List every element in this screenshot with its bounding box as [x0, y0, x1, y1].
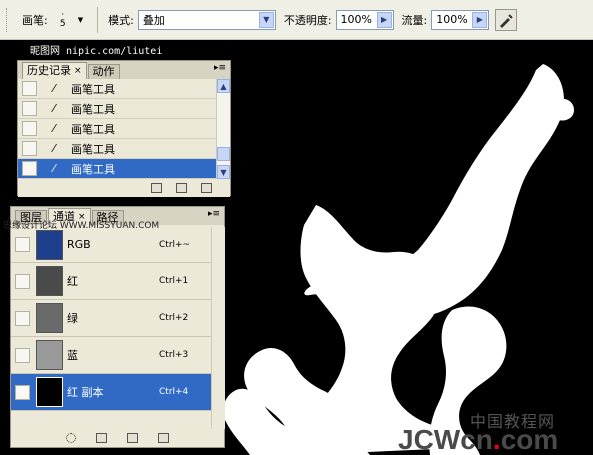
trash-icon[interactable]: [201, 183, 212, 193]
channel-row-rgb[interactable]: RGB Ctrl+~: [11, 227, 211, 263]
watermark-com: com: [500, 424, 559, 455]
channels-panel: × 图层 通道 × 路径 ▸≡ 思缘设计论坛 WWW.MISSYUAN.COM R…: [3, 198, 225, 448]
channel-name: 红 副本: [67, 386, 104, 399]
opacity-label: 不透明度:: [283, 13, 332, 27]
history-source-checkbox[interactable]: [22, 141, 37, 156]
channel-thumbnail: [36, 266, 63, 296]
save-selection-icon[interactable]: [96, 433, 107, 443]
history-item-label: 画笔工具: [71, 162, 115, 176]
channel-shortcut: Ctrl+3: [159, 350, 189, 360]
history-item-label: 画笔工具: [71, 142, 115, 156]
channel-shortcut: Ctrl+4: [159, 387, 189, 397]
history-source-checkbox[interactable]: [22, 121, 37, 136]
channels-footer: [11, 429, 224, 447]
watermark-bottom-right-en: JCWcn.com: [398, 424, 558, 455]
history-item[interactable]: ⁄ 画笔工具: [18, 139, 216, 159]
history-list: ⁄ 画笔工具 ⁄ 画笔工具 ⁄ 画笔工具 ⁄ 画笔工具 ▷ ⁄ 画笔工具: [18, 79, 216, 179]
channel-thumbnail: [36, 377, 63, 407]
visibility-toggle[interactable]: [15, 347, 30, 363]
visibility-toggle[interactable]: [15, 273, 30, 289]
opacity-value: 100%: [340, 13, 372, 26]
history-panel: 历史记录 × 动作 ▸≡ ⁄ 画笔工具 ⁄ 画笔工具 ⁄ 画笔工具 ⁄ 画笔工具 ▷ ⁄ 画笔…: [17, 60, 231, 197]
tab-actions[interactable]: 动作: [87, 64, 120, 79]
history-item-label: 画笔工具: [71, 122, 115, 136]
brush-preset-picker[interactable]: · 5: [52, 5, 74, 35]
history-brush-icon[interactable]: ▷: [22, 161, 37, 176]
tab-actions-label: 动作: [92, 65, 115, 78]
panel-menu-icon[interactable]: ▸≡: [208, 209, 220, 219]
airbrush-button[interactable]: [495, 8, 518, 31]
divider: [97, 6, 99, 33]
brush-dropdown-icon[interactable]: ▼: [78, 16, 83, 24]
history-item-label: 画笔工具: [71, 82, 115, 96]
channel-row-green[interactable]: 绿 Ctrl+2: [11, 300, 211, 337]
watermark-top-left: 昵图网 nipic.com/liutei: [30, 46, 163, 57]
channel-name: 绿: [67, 312, 78, 325]
channels-scrollbar[interactable]: [211, 227, 225, 429]
chevron-right-icon: ▶: [376, 11, 392, 28]
brush-size-value: 5: [59, 18, 66, 29]
channel-row-red-copy[interactable]: 👁 红 副本 Ctrl+4: [11, 374, 211, 411]
new-snapshot-icon[interactable]: [176, 183, 187, 193]
chevron-down-icon: ▼: [258, 11, 274, 28]
toolbar-grip[interactable]: [6, 7, 10, 32]
brush-tool-icon: ⁄: [53, 142, 55, 155]
opacity-field[interactable]: 100% ▶: [335, 9, 394, 30]
tool-options-bar: 画笔: · 5 ▼ 模式: 叠加 ▼ 不透明度: 100% ▶ 流量: 100%…: [0, 0, 593, 40]
chevron-right-icon: ▶: [472, 11, 488, 28]
brush-tool-icon: ⁄: [53, 102, 55, 115]
channel-name: RGB: [67, 238, 91, 251]
scroll-down-icon[interactable]: ▼: [217, 165, 230, 179]
history-footer: [18, 179, 230, 197]
channel-shortcut: Ctrl+~: [159, 239, 191, 250]
history-scrollbar[interactable]: ▲ ▼: [216, 79, 230, 179]
history-item[interactable]: ⁄ 画笔工具: [18, 119, 216, 139]
new-channel-icon[interactable]: [127, 433, 138, 443]
history-source-checkbox[interactable]: [22, 101, 37, 116]
channel-shortcut: Ctrl+1: [159, 276, 189, 286]
channel-thumbnail: [36, 229, 63, 260]
channel-thumbnail: [36, 303, 63, 333]
history-tabs: 历史记录 × 动作 ▸≡: [18, 61, 230, 79]
brush-tool-icon: ⁄: [53, 122, 55, 135]
history-item-selected[interactable]: ▷ ⁄ 画笔工具: [18, 159, 216, 179]
brush-tool-icon: ⁄: [53, 82, 55, 95]
mode-value: 叠加: [142, 13, 165, 27]
new-document-icon[interactable]: [151, 183, 162, 193]
watermark-mid-left: 思缘设计论坛 WWW.MISSYUAN.COM: [3, 221, 160, 231]
scroll-up-icon[interactable]: ▲: [217, 79, 230, 93]
history-item[interactable]: ⁄ 画笔工具: [18, 99, 216, 119]
close-icon[interactable]: ×: [74, 64, 82, 78]
visibility-toggle[interactable]: [15, 237, 30, 252]
scroll-thumb[interactable]: [217, 147, 230, 161]
flow-label: 流量:: [401, 13, 428, 27]
channel-shortcut: Ctrl+2: [159, 313, 189, 323]
mode-label: 模式:: [108, 13, 134, 27]
flow-field[interactable]: 100% ▶: [431, 9, 490, 30]
tab-history[interactable]: 历史记录 ×: [22, 62, 87, 79]
channel-list: RGB Ctrl+~ 红 Ctrl+1 绿 Ctrl+2 蓝 Ctrl+3 👁 …: [11, 227, 211, 411]
delete-channel-icon[interactable]: [158, 433, 169, 443]
airbrush-icon: [500, 13, 513, 28]
visibility-toggle[interactable]: [15, 310, 30, 326]
watermark-jcwcn: JCWcn: [398, 424, 493, 455]
channel-name: 蓝: [67, 349, 78, 362]
history-item-label: 画笔工具: [71, 102, 115, 116]
watermark-dot: .: [492, 424, 501, 455]
history-item[interactable]: ⁄ 画笔工具: [18, 79, 216, 99]
flow-value: 100%: [436, 13, 468, 26]
brush-tool-icon: ⁄: [53, 162, 55, 175]
panel-menu-icon[interactable]: ▸≡: [214, 63, 226, 73]
channel-row-red[interactable]: 红 Ctrl+1: [11, 263, 211, 300]
brush-label: 画笔:: [22, 13, 48, 27]
load-selection-icon[interactable]: [66, 433, 76, 443]
channel-row-blue[interactable]: 蓝 Ctrl+3: [11, 337, 211, 374]
channel-name: 红: [67, 275, 78, 288]
mode-select[interactable]: 叠加 ▼: [137, 9, 276, 30]
history-source-checkbox[interactable]: [22, 81, 37, 96]
eye-icon[interactable]: 👁: [15, 384, 30, 400]
tab-history-label: 历史记录: [27, 64, 71, 77]
channel-thumbnail: [36, 340, 63, 370]
